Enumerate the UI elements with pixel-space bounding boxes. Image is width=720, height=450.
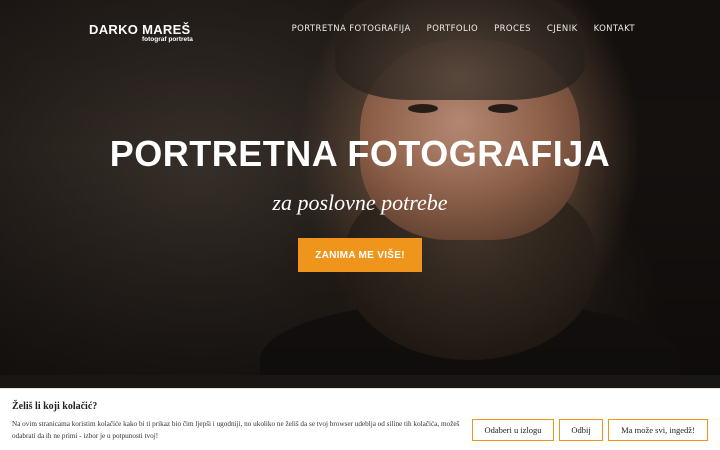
hero-section: DARKO MAREŠ fotograf portreta PORTRETNA … — [0, 0, 720, 375]
logo-name: DARKO MAREŠ — [89, 22, 191, 37]
cookie-banner-text: Na ovim stranicama koristim kolačiće kak… — [12, 420, 460, 440]
cookie-reject-button[interactable]: Odbij — [559, 419, 603, 441]
cookie-banner: Želiš li koji kolačić? Na ovim stranicam… — [0, 388, 720, 450]
cta-button[interactable]: ZANIMA ME VIŠE! — [298, 238, 422, 272]
site-logo[interactable]: DARKO MAREŠ fotograf portreta — [89, 22, 193, 43]
cookie-accept-all-button[interactable]: Ma može svi, ingedž! — [608, 419, 708, 441]
nav-item-proces[interactable]: PROCES — [494, 24, 531, 34]
hero-subtitle: za poslovne potrebe — [272, 190, 448, 215]
cookie-banner-title: Želiš li koji kolačić? — [12, 401, 98, 412]
nav-item-cjenik[interactable]: CJENIK — [547, 24, 578, 34]
cookie-select-button[interactable]: Odaberi u izlogu — [472, 419, 554, 441]
nav-item-kontakt[interactable]: KONTAKT — [594, 24, 635, 34]
logo-tagline: fotograf portreta — [142, 36, 193, 43]
nav-item-portfolio[interactable]: PORTFOLIO — [427, 24, 478, 34]
nav-item-portretna-fotografija[interactable]: PORTRETNA FOTOGRAFIJA — [292, 24, 411, 34]
hero-title: PORTRETNA FOTOGRAFIJA — [109, 133, 611, 174]
main-nav: PORTRETNA FOTOGRAFIJA PORTFOLIO PROCES C… — [292, 24, 635, 34]
